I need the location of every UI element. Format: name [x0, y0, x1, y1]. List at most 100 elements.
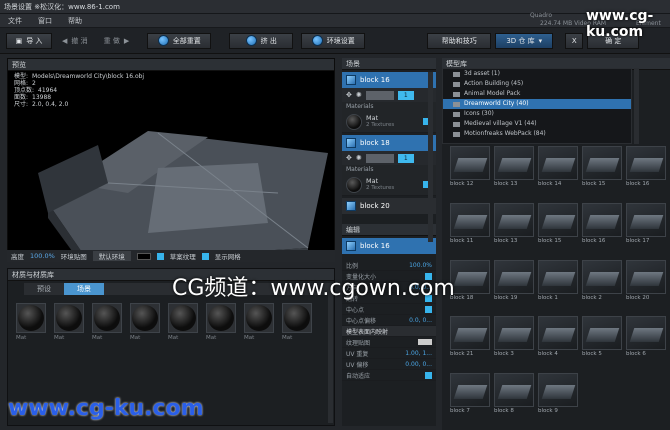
model-thumbnail[interactable]: block 16 [626, 146, 666, 188]
model-thumbnail[interactable]: block 16 [582, 202, 622, 245]
move-icon[interactable]: ✥ [346, 154, 352, 162]
prop-row[interactable]: 中心点 [342, 304, 436, 315]
model-thumbnail[interactable]: block 1 [538, 259, 578, 302]
count-box[interactable]: 1 [397, 153, 414, 163]
model-thumbnail[interactable]: block 21 [450, 316, 490, 358]
scene-scrollbar[interactable] [428, 72, 433, 242]
undo-button[interactable]: ◀ 撤 消 [56, 33, 94, 49]
material-item[interactable]: Mat [244, 303, 274, 341]
scene-column: 场景 block 16 ✥ ✺ 1 Materials Mat 2 Textures … [342, 58, 436, 426]
library-tree: 3d asset (1) Action Building (45) Animal… [442, 68, 632, 144]
tree-item[interactable]: 3d asset (1) [443, 69, 631, 79]
menu-window[interactable]: 窗口 [30, 16, 60, 26]
model-thumbnail[interactable]: block 3 [494, 316, 534, 358]
environment-button[interactable]: 环境设置 [301, 32, 366, 49]
tree-item[interactable]: Motionfreaks WebPack (84) [443, 129, 631, 139]
material-item[interactable]: Mat [130, 303, 160, 341]
model-thumbnail[interactable]: block 5 [582, 316, 622, 358]
env-map-select[interactable]: 默认环境 [92, 251, 131, 261]
model-thumbnail[interactable]: block 7 [450, 373, 490, 415]
reset-all-button[interactable]: 全部重置 [147, 32, 212, 49]
model-thumbnail[interactable]: block 19 [494, 259, 534, 302]
thumbnail-image [494, 259, 534, 294]
tree-item[interactable]: Medieval village V1 (44) [443, 119, 631, 129]
prop-row[interactable]: 纹理贴图 [342, 337, 436, 348]
scene-item-block-18[interactable]: block 18 [342, 135, 436, 151]
thumbnail-label: block 15 [538, 237, 562, 244]
folder-icon [453, 121, 460, 127]
texture-swatch[interactable] [418, 339, 432, 345]
menu-help[interactable]: 帮助 [60, 16, 90, 26]
model-thumbnail[interactable]: block 2 [582, 259, 622, 302]
grid-checkbox[interactable] [201, 252, 209, 260]
prop-row[interactable]: 自动适应 [342, 370, 436, 381]
material-item[interactable]: Mat [168, 303, 198, 341]
model-thumbnail[interactable]: block 11 [450, 202, 490, 245]
prop-checkbox[interactable] [425, 305, 432, 313]
thumbnail-image [450, 316, 490, 351]
tree-item[interactable]: Action Building (45) [443, 79, 631, 89]
thumbnail-label: block 11 [450, 237, 474, 244]
prop-checkbox[interactable] [425, 371, 432, 379]
menu-file[interactable]: 文件 [0, 16, 30, 26]
model-thumbnail[interactable]: block 6 [626, 316, 666, 358]
material-item[interactable]: Mat [282, 303, 312, 341]
tree-item-selected[interactable]: Dreamworld City (40) [443, 99, 631, 109]
material-item[interactable]: Mat [54, 303, 84, 341]
scene-item-block-20[interactable]: block 20 [342, 198, 436, 214]
model-thumbnail[interactable]: block 17 [626, 202, 666, 245]
folder-icon [453, 131, 460, 137]
prop-row[interactable]: UV 重复 1.00, 1... [342, 348, 436, 359]
scene-item-block-16[interactable]: block 16 [342, 72, 436, 88]
model-thumbnail[interactable]: block 9 [538, 373, 578, 415]
material-item[interactable]: Mat [16, 303, 46, 341]
extrude-button[interactable]: 挤 出 [229, 32, 294, 49]
3d-library-dropdown[interactable]: 3D 仓 库 ▾ [495, 32, 554, 49]
tree-item[interactable]: Animal Model Pack [443, 89, 631, 99]
tree-scrollbar[interactable] [634, 68, 639, 144]
brightness-value[interactable]: 100.0% [30, 252, 55, 260]
material-item[interactable]: Mat [206, 303, 236, 341]
rotate-icon[interactable]: ✺ [356, 154, 362, 162]
thumbnail-label: block 4 [538, 351, 558, 358]
model-thumbnail[interactable]: block 18 [450, 259, 490, 302]
tree-item[interactable]: Icons (30) [443, 109, 631, 119]
building-model [38, 131, 328, 259]
scene-material-row[interactable]: Mat 2 Textures [342, 111, 436, 133]
globe-icon [311, 35, 323, 46]
help-tips-button[interactable]: 帮助和技巧 [427, 32, 492, 49]
model-thumbnail[interactable]: block 15 [582, 146, 622, 188]
slider[interactable] [365, 153, 394, 163]
preview-title: 预览 [8, 59, 334, 71]
model-thumbnail[interactable]: block 8 [494, 373, 534, 415]
thumbnail-label: block 9 [538, 408, 558, 415]
model-thumbnail[interactable]: block 12 [450, 146, 490, 188]
model-thumbnail[interactable]: block 13 [494, 146, 534, 188]
model-thumbnail[interactable]: block 13 [494, 202, 534, 245]
model-thumbnail[interactable]: block 14 [538, 146, 578, 188]
move-icon[interactable]: ✥ [346, 91, 352, 99]
thumbnail-image [538, 316, 578, 351]
tab-presets[interactable]: 预设 [24, 283, 64, 295]
model-thumbnail[interactable]: block 20 [626, 259, 666, 302]
prop-row[interactable]: UV 偏移 0.00, 0... [342, 359, 436, 370]
preview-viewport[interactable]: 预览 模型: Models\Dreamworld City\block 16.ob… [7, 58, 335, 260]
rotate-icon[interactable]: ✺ [356, 91, 362, 99]
cancel-button[interactable]: X [565, 32, 584, 49]
shadow-swatch[interactable] [136, 252, 151, 260]
model-thumbnail[interactable]: block 15 [538, 202, 578, 245]
materials-scrollbar[interactable] [328, 283, 333, 423]
redo-button[interactable]: 重 做 ▶ [98, 33, 136, 49]
edit-selected-block[interactable]: block 16 [342, 238, 436, 254]
draft-texture-checkbox[interactable] [156, 252, 164, 260]
model-thumbnail[interactable]: block 4 [538, 316, 578, 358]
viewport-bar: 高度 100.0% 环境贴图 默认环境 草案纹理 显示网格 [7, 250, 335, 262]
count-box[interactable]: 1 [397, 90, 414, 100]
thumbnail-image [450, 202, 490, 237]
prop-row[interactable]: 中心点偏移 0.0, 0... [342, 315, 436, 326]
scene-material-row[interactable]: Mat 2 Textures [342, 174, 436, 196]
slider[interactable] [365, 90, 394, 100]
tab-scene[interactable]: 场景 [64, 283, 104, 295]
material-item[interactable]: Mat [92, 303, 122, 341]
import-button[interactable]: ▣ 导 入 [6, 32, 52, 49]
